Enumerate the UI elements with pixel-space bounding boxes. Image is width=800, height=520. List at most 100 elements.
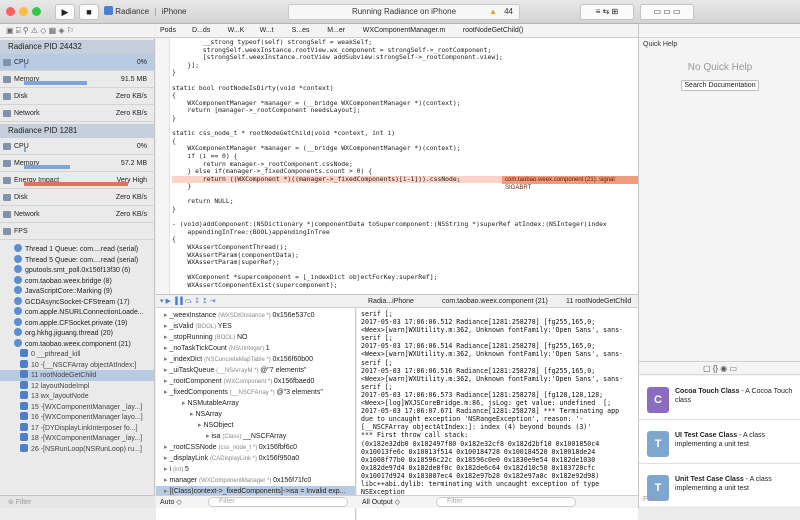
code-line[interactable]: }	[172, 115, 638, 123]
thread-row[interactable]: com.taobao.weex.bridge (8)	[0, 275, 154, 287]
scheme-selector[interactable]: Radiance | iPhone	[104, 4, 284, 20]
source-code[interactable]: __strong typeof(self) strongSelf = weakS…	[172, 39, 638, 290]
code-line[interactable]: WXAssertComponentThread();	[172, 244, 638, 252]
debug-queue-crumb[interactable]: com.taobao.weex.component (21)	[442, 295, 548, 307]
variable-row[interactable]: ▸ _rootCSSNode (css_node_t *) 0x156fbf6c…	[156, 442, 355, 453]
thread-row[interactable]: JavaScriptCore::Marking (9)	[0, 286, 154, 297]
breadcrumb-item[interactable]: rootNodeGetChild()	[463, 24, 524, 37]
breadcrumb-item[interactable]: Pods	[160, 24, 176, 37]
thread-row[interactable]: org.hkhg.jiguang.thread (20)	[0, 328, 154, 339]
variable-row[interactable]: ▸ manager (WXComponentManager *) 0x156f7…	[156, 475, 355, 486]
code-line[interactable]: return manager->_rootComponent.cssNode;	[172, 161, 638, 169]
code-line[interactable]: [strongSelf.weexInstance.rootView addSub…	[172, 54, 638, 62]
variable-row[interactable]: ▸ _fixedComponents (__NSCFArray *) @"3 e…	[156, 387, 355, 398]
code-line[interactable]	[172, 267, 638, 275]
code-line[interactable]: WXAssertParam(componentData);	[172, 252, 638, 260]
view-toggle-buttons[interactable]: ▭ ▭ ▭	[640, 4, 694, 20]
code-line[interactable]: WXComponentManager *manager = (__bridge …	[172, 100, 638, 108]
process-header[interactable]: Radiance PID 24432	[0, 40, 154, 54]
code-line[interactable]	[172, 77, 638, 85]
library-filter-input[interactable]: Filter	[643, 496, 659, 503]
gauge-memory[interactable]: Memory 57.2 MB	[0, 155, 154, 172]
variable-row[interactable]: ▸ _noTaskTickCount (NSUInteger) 1	[156, 343, 355, 354]
gauge-network[interactable]: Network Zero KB/s	[0, 105, 154, 122]
stack-frame[interactable]: 16 -[WXComponentManager layo...]	[0, 412, 154, 423]
library-tabs[interactable]: ▢ {} ◉ ▭	[639, 361, 800, 375]
library-item[interactable]: T Unit Test Case Class - A class implemen…	[639, 466, 800, 508]
thread-row[interactable]: com.apple.NSURLConnectionLoade...	[0, 307, 154, 318]
variable-row[interactable]: ▸ _rootComponent (WXComponent *) 0x156fb…	[156, 376, 355, 387]
library-item[interactable]: T UI Test Case Class - A class implementi…	[639, 422, 800, 464]
search-documentation-button[interactable]: Search Documentation	[681, 80, 759, 91]
code-line[interactable]: WXComponent *supercomponent = [_indexDic…	[172, 274, 638, 282]
stack-frame[interactable]: 26 -[NSRunLoop(NSRunLoop) ru...]	[0, 443, 154, 455]
code-line[interactable]: {	[172, 138, 638, 146]
breadcrumb-item[interactable]: D...ds	[192, 24, 210, 37]
stack-frame[interactable]: 17 -[DYDisplayLinkInterposer fo...]	[0, 422, 154, 434]
stop-button[interactable]: ■	[79, 4, 99, 20]
thread-row[interactable]: com.taobao.weex.component (21)	[0, 338, 154, 350]
variables-filter-input[interactable]: Filter	[208, 497, 348, 507]
stack-frame[interactable]: 11 rootNodeGetChild	[0, 370, 154, 381]
code-line[interactable]: {	[172, 236, 638, 244]
code-line[interactable]: static css_node_t * rootNodeGetChild(voi…	[172, 130, 638, 138]
thread-row[interactable]: GCDAsyncSocket-CFStream (17)	[0, 296, 154, 308]
variable-row[interactable]: ▸ _weexInstance (WXSDKInstance *) 0x156e…	[156, 310, 355, 321]
thread-row[interactable]: gputools.smt_poll.0x156f13f30 (6)	[0, 265, 154, 276]
variable-row[interactable]: ▸ NSObject	[156, 420, 355, 431]
gauge-network[interactable]: Network Zero KB/s	[0, 206, 154, 223]
code-line[interactable]: WXComponentManager *manager = (__bridge …	[172, 145, 638, 153]
code-line[interactable]: if (i == 0) {	[172, 153, 638, 161]
console-filter-input[interactable]: Filter	[436, 497, 576, 507]
variable-row[interactable]: ▸ _displayLink (CADisplayLink *) 0x156f9…	[156, 453, 355, 464]
variable-row[interactable]: ▸ isa (Class) __NSCFArray	[156, 431, 355, 442]
stack-frame[interactable]: 10 -[__NSCFArray objectAtIndex:]	[0, 359, 154, 371]
code-line[interactable]: WXAssertComponentExist(supercomponent);	[172, 282, 638, 290]
code-line[interactable]: } else if(manager->_fixedComponents.coun…	[172, 168, 638, 176]
code-line[interactable]: static bool rootNodeIsDirty(void *contex…	[172, 85, 638, 93]
minimize-window-button[interactable]	[19, 7, 28, 16]
debug-controls[interactable]: ▾ ▶ ▐▐ ⤼ ↧ ↥ ⇥	[160, 295, 216, 307]
navigator-icons[interactable]: ▣ ⌸ ⚲ ⚠ ◇ ▦ ◈ ⚐	[6, 26, 74, 36]
code-line[interactable]: {	[172, 92, 638, 100]
stack-frame[interactable]: 13 wx_layoutNode	[0, 391, 154, 402]
process-header[interactable]: Radiance PID 1281	[0, 124, 154, 138]
variable-row[interactable]: ▸ NSMutableArray	[156, 398, 355, 409]
code-line[interactable]: return NULL;	[172, 198, 638, 206]
code-line[interactable]: - (void)addComponent:(NSDictionary *)com…	[172, 221, 638, 229]
filter-icon[interactable]: ⊜ Filter	[8, 498, 31, 506]
code-line[interactable]: appendingInTree:(BOOL)appendingInTree	[172, 229, 638, 237]
console-output[interactable]: serif [; 2017-05-03 17:06:06.512 Radianc…	[361, 310, 635, 496]
breadcrumb-item[interactable]: WXComponentManager.m	[363, 24, 445, 37]
code-line[interactable]: WXAssertParam(superRef);	[172, 259, 638, 267]
variable-row[interactable]: ▸ _isValid (BOOL) YES	[156, 321, 355, 332]
variable-row[interactable]: ▸ _uiTaskQueue (__NSArrayM *) @"7 elemen…	[156, 365, 355, 376]
gauge-disk[interactable]: Disk Zero KB/s	[0, 189, 154, 206]
variable-row[interactable]: ▸ _indexDict (NSConcreteMapTable *) 0x15…	[156, 354, 355, 365]
breadcrumb-item[interactable]: W...t	[260, 24, 274, 37]
gauge-fps[interactable]: FPS	[0, 223, 154, 240]
stack-frame[interactable]: 15 -[WXComponentManager _lay...]	[0, 401, 154, 413]
stack-frame[interactable]: 0 __pthread_kill	[0, 349, 154, 360]
code-line[interactable]	[172, 191, 638, 199]
code-line[interactable]: }	[172, 69, 638, 77]
debug-app-crumb[interactable]: Radia...iPhone	[368, 295, 414, 307]
debug-frame-crumb[interactable]: 11 rootNodeGetChild	[566, 295, 631, 307]
variable-row[interactable]: ▸ _stopRunning (BOOL) NO	[156, 332, 355, 343]
breadcrumb-item[interactable]: M...er	[327, 24, 345, 37]
warning-count[interactable]: 44	[504, 5, 513, 19]
zoom-window-button[interactable]	[32, 7, 41, 16]
thread-row[interactable]: com.apple.CFSocket.private (19)	[0, 317, 154, 329]
thread-row[interactable]: Thread 1 Queue: com....read (serial)	[0, 244, 154, 255]
code-line[interactable]: }	[172, 183, 638, 191]
code-line[interactable]	[172, 214, 638, 222]
source-editor[interactable]: __strong typeof(self) strongSelf = weakS…	[156, 38, 638, 294]
gauge-cpu[interactable]: CPU 0%	[0, 54, 154, 71]
variable-row[interactable]: ▸ i (int) 5	[156, 464, 355, 475]
thread-row[interactable]: Thread 5 Queue: com....read (serial)	[0, 254, 154, 266]
code-line[interactable]: return [manager->_rootComponent needsLay…	[172, 107, 638, 115]
code-line[interactable]	[172, 123, 638, 131]
code-line[interactable]: }	[172, 206, 638, 214]
console-view[interactable]: serif [; 2017-05-03 17:06:06.512 Radianc…	[357, 308, 638, 520]
run-button[interactable]: ▶	[55, 4, 75, 20]
